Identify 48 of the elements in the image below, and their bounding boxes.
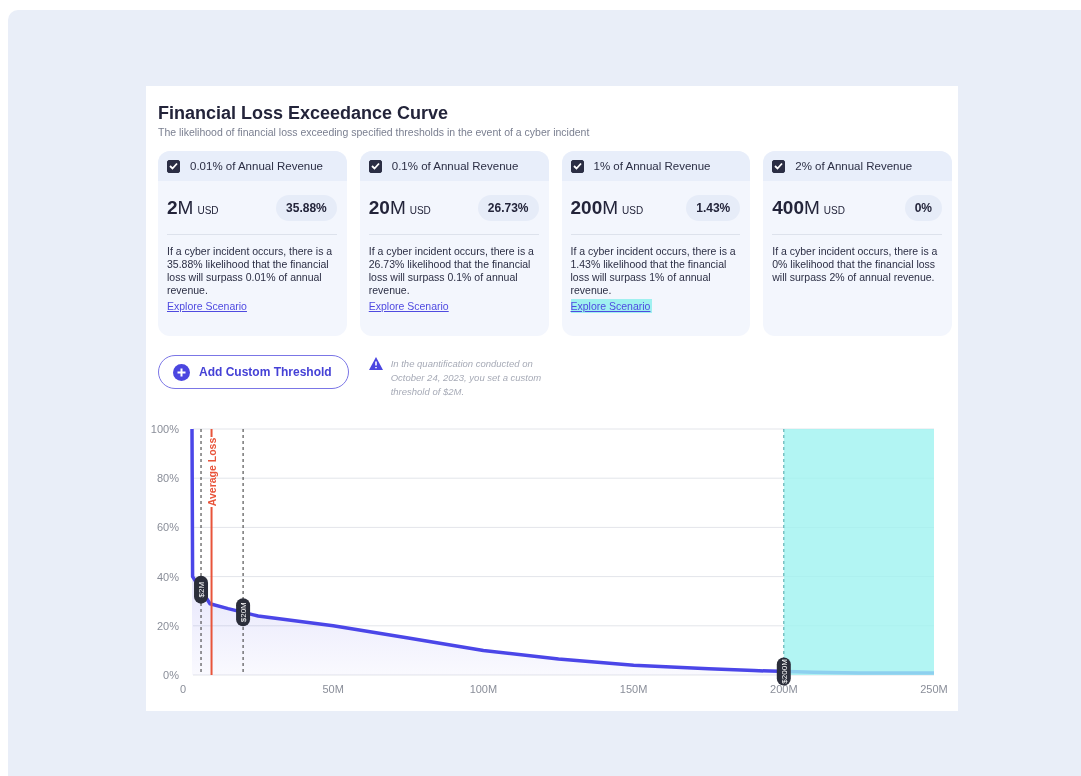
checkbox[interactable] — [167, 159, 180, 173]
y-axis-label: 100% — [150, 423, 179, 435]
likelihood-badge: 26.73% — [477, 194, 539, 221]
y-axis-label: 40% — [156, 570, 179, 583]
explore-scenario-link[interactable]: Explore Scenario — [570, 299, 653, 313]
x-axis-label: 250M — [920, 683, 948, 695]
threshold-label: 1% of Annual Revenue — [593, 160, 711, 172]
card-description: If a cyber incident occurs, there is a 0% likelihood that the financial loss will surpass 2% of annual revenue. — [772, 245, 939, 284]
card-description: If a cyber incident occurs, there is a 35.88% likelihood that the financial loss will surpass 0.01% of annual revenue. — [167, 245, 334, 297]
threshold-label: 2% of Annual Revenue — [795, 160, 913, 172]
panel-subtitle: The likelihood of financial loss exceeding specified thresholds in the event of a cyber incident — [158, 126, 591, 138]
loss-amount: 400M USD — [772, 196, 845, 219]
notice-text: In the quantification conducted on October 24, 2023, you set a custom threshold of $2M. — [390, 357, 543, 399]
ref-line-label: $2M — [197, 581, 207, 598]
explore-scenario-link[interactable]: Explore Scenario — [167, 299, 249, 313]
x-axis-label: 150M — [619, 683, 648, 695]
likelihood-badge: 35.88% — [276, 194, 337, 221]
loss-amount: 2M USD — [167, 196, 219, 219]
y-axis-label: 60% — [156, 521, 179, 534]
warning-icon — [368, 357, 383, 370]
explore-scenario-link[interactable]: Explore Scenario — [368, 299, 451, 313]
ref-line-label: $20M — [239, 601, 249, 623]
average-loss-label: Average Loss — [205, 437, 218, 507]
loss-amount: 20M USD — [368, 196, 431, 219]
y-axis-label: 80% — [156, 472, 179, 485]
x-axis-label: 0 — [179, 683, 187, 695]
checkbox[interactable] — [570, 159, 584, 173]
y-axis-label: 0% — [163, 669, 179, 681]
threshold-marker[interactable]: $2M — [194, 575, 208, 604]
likelihood-badge: 0% — [904, 194, 942, 221]
x-axis-label: 50M — [322, 683, 344, 695]
card-description: If a cyber incident occurs, there is a 1.43% likelihood that the financial loss will surpass 1% of annual revenue. — [570, 245, 737, 297]
panel-title: Financial Loss Exceedance Curve — [158, 102, 450, 124]
x-axis-label: 200M — [770, 683, 798, 695]
threshold-label: 0.1% of Annual Revenue — [391, 160, 519, 172]
add-threshold-button[interactable]: Add Custom Threshold — [158, 355, 349, 389]
average-loss-line — [210, 428, 213, 438]
threshold-marker[interactable]: $200M — [776, 657, 791, 686]
threshold-marker[interactable]: $20M — [236, 598, 251, 627]
x-axis-label: 100M — [469, 683, 498, 695]
plus-icon — [173, 363, 190, 381]
y-axis-label: 20% — [156, 619, 179, 632]
likelihood-badge: 1.43% — [686, 194, 741, 221]
checkbox[interactable] — [368, 159, 382, 173]
checkbox[interactable] — [772, 159, 786, 173]
loss-amount: 200M USD — [570, 196, 644, 219]
card-description: If a cyber incident occurs, there is a 26.73% likelihood that the financial loss will surpass 0.1% of annual revenue. — [368, 245, 535, 297]
threshold-label: 0.01% of Annual Revenue — [190, 160, 323, 172]
